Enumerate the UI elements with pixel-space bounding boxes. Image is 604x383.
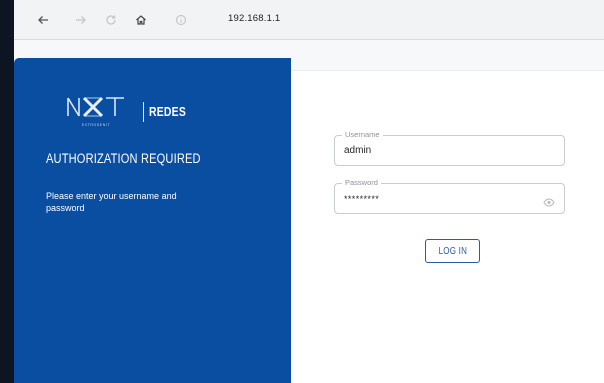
password-field[interactable]: Password ********* (334, 178, 565, 214)
username-value: admin (344, 145, 372, 156)
login-button-label: LOG IN (438, 245, 467, 257)
nxt-logo-icon (67, 96, 124, 118)
logo-separator (143, 102, 144, 122)
username-label: Username (342, 130, 383, 139)
login-button[interactable]: LOG IN (425, 239, 480, 263)
back-arrow-icon[interactable] (32, 9, 54, 31)
brand-logo: EXTROSENIT REDES (66, 94, 216, 127)
login-card (284, 70, 604, 383)
auth-title: AUTHORIZATION REQUIRED (46, 151, 201, 166)
username-field[interactable]: Username admin (334, 130, 565, 166)
address-bar[interactable]: 192.168.1.1 (228, 13, 280, 24)
auth-panel: EXTROSENIT REDES AUTHORIZATION REQUIRED … (14, 58, 291, 383)
password-value: ********* (344, 194, 380, 204)
auth-description: Please enter your username and password (46, 191, 177, 213)
product-name: REDES (149, 104, 187, 119)
logo-tagline: EXTROSENIT (81, 123, 111, 127)
reload-icon[interactable] (100, 9, 122, 31)
password-label: Password (342, 178, 381, 187)
home-icon[interactable] (130, 9, 152, 31)
eye-icon[interactable] (543, 194, 555, 212)
browser-toolbar: 192.168.1.1 (14, 0, 604, 40)
site-info-icon[interactable] (170, 9, 192, 31)
forward-arrow-icon[interactable] (70, 9, 92, 31)
